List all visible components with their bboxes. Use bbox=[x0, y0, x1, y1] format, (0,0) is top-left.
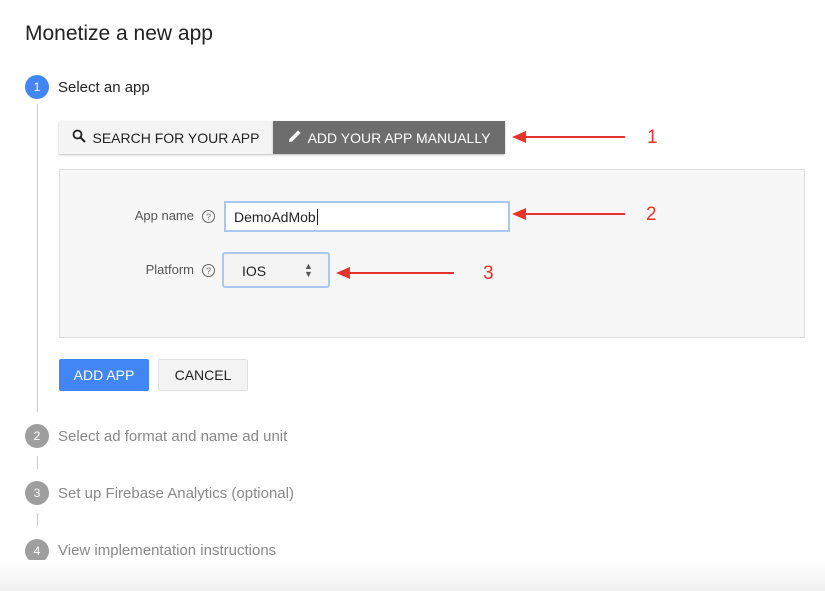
cancel-button[interactable]: CANCEL bbox=[158, 359, 248, 391]
tab-search-for-app[interactable]: SEARCH FOR YOUR APP bbox=[59, 121, 273, 154]
platform-label: Platform bbox=[145, 262, 194, 277]
help-icon[interactable]: ? bbox=[202, 210, 215, 223]
annotation-arrow-1 bbox=[512, 131, 625, 143]
manual-entry-panel bbox=[59, 169, 805, 338]
add-app-button[interactable]: ADD APP bbox=[59, 359, 149, 391]
page-title: Monetize a new app bbox=[25, 22, 213, 45]
text-cursor bbox=[316, 209, 318, 225]
step-4-label: View implementation instructions bbox=[58, 542, 277, 559]
tab-add-manually[interactable]: ADD YOUR APP MANUALLY bbox=[273, 121, 505, 154]
step-2-label: Select ad format and name ad unit bbox=[58, 428, 288, 445]
tab-manual-label: ADD YOUR APP MANUALLY bbox=[307, 129, 491, 146]
platform-select[interactable]: IOS ▲ ▼ bbox=[222, 252, 330, 288]
pencil-icon bbox=[288, 129, 302, 146]
app-name-input[interactable]: DemoAdMob bbox=[224, 201, 510, 232]
annotation-arrow-2 bbox=[512, 208, 625, 220]
step-connector bbox=[37, 513, 38, 526]
step-1-label: Select an app bbox=[58, 79, 150, 96]
step-3-badge: 3 bbox=[25, 481, 49, 505]
annotation-number-3: 3 bbox=[483, 263, 494, 284]
step-1-badge: 1 bbox=[25, 75, 49, 99]
select-arrows-icon: ▲ ▼ bbox=[304, 261, 313, 279]
app-name-label: App name bbox=[134, 208, 194, 223]
annotation-arrow-3 bbox=[336, 267, 454, 279]
help-icon[interactable]: ? bbox=[202, 264, 215, 277]
annotation-number-1: 1 bbox=[647, 127, 658, 148]
bottom-fade bbox=[0, 560, 825, 591]
platform-value: IOS bbox=[242, 263, 267, 279]
step-3-label: Set up Firebase Analytics (optional) bbox=[58, 485, 294, 502]
app-name-value: DemoAdMob bbox=[234, 209, 316, 225]
step-connector bbox=[37, 104, 38, 412]
annotation-number-2: 2 bbox=[646, 204, 657, 225]
step-connector bbox=[37, 456, 38, 469]
tab-search-label: SEARCH FOR YOUR APP bbox=[92, 129, 260, 146]
search-icon bbox=[72, 129, 87, 146]
step-2-badge: 2 bbox=[25, 424, 49, 448]
